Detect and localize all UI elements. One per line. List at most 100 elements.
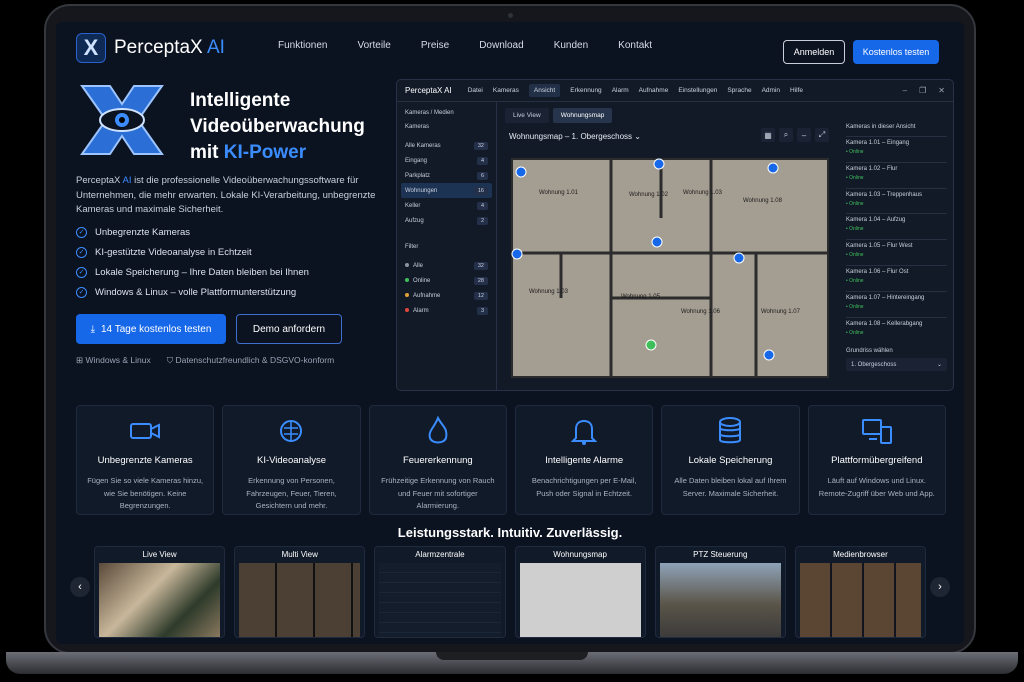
grid-icon[interactable]: ▦: [761, 128, 775, 142]
room-label: Wohnung 1.07: [761, 309, 801, 315]
brand-logo[interactable]: X PerceptaX AI: [76, 33, 225, 63]
demo-button[interactable]: Demo anfordern: [236, 314, 342, 344]
camera-list-item[interactable]: Kamera 1.07 – Hintereingang • Online: [846, 290, 947, 317]
nav-kontakt[interactable]: Kontakt: [618, 40, 652, 51]
login-button[interactable]: Anmelden: [783, 40, 845, 64]
nav-funktionen[interactable]: Funktionen: [278, 40, 327, 51]
menu-einstellungen[interactable]: Einstellungen: [678, 87, 717, 94]
group-row[interactable]: Eingang 4: [405, 153, 488, 168]
feature-card: Intelligente Alarme Benachrichtigungen pe…: [514, 405, 654, 515]
filter-row[interactable]: Alle 32: [405, 258, 488, 273]
video-camera-icon: [77, 416, 213, 446]
group-row[interactable]: Parkplatz 6: [405, 168, 488, 183]
camera-list-item[interactable]: Kamera 1.02 – Flur • Online: [846, 161, 947, 188]
group-row[interactable]: Alle Kameras 32: [405, 138, 488, 153]
camera-list-item[interactable]: Kamera 1.05 – Flur West • Online: [846, 239, 947, 265]
camera-list-panel: Kameras in dieser Ansicht Kamera 1.01 – …: [839, 102, 953, 390]
hero-title: Intelligente Videoüberwachung mit KI-Pow…: [190, 90, 365, 163]
minimize-icon[interactable]: –: [903, 86, 907, 95]
feature-card: Plattformübergreifend Läuft auf Windows u…: [807, 405, 946, 515]
group-row-selected[interactable]: Wohnungen 16: [401, 183, 492, 198]
feature-cards: Unbegrenzte Kameras Fügen Sie so viele Ka…: [76, 405, 946, 515]
thumb-ptz-control[interactable]: PTZ Steuerung: [654, 546, 786, 638]
chevron-down-icon: ⌄: [936, 362, 942, 369]
feature-item: ✓ Lokale Speicherung – Ihre Daten bleiben…: [76, 262, 309, 282]
feature-item: ✓ Unbegrenzte Kameras: [76, 222, 309, 242]
flame-icon: [370, 416, 506, 446]
search-icon[interactable]: ⌕: [779, 128, 793, 142]
bell-icon: [516, 416, 652, 446]
camera-list-item[interactable]: Kamera 1.08 – Kellerabgang • Online: [846, 316, 947, 343]
windows-icon: ⊞: [76, 355, 84, 365]
feature-item: ✓ Windows & Linux – volle Plattformunters…: [76, 282, 309, 302]
map-panel: Live View Wohnungsmap Wohnungsmap – 1. O…: [505, 108, 831, 388]
camera-list-item[interactable]: Kamera 1.03 – Treppenhaus • Online: [846, 187, 947, 214]
free-trial-button[interactable]: Kostenlos testen: [853, 40, 939, 64]
room-label: Wohnung 1.08: [743, 198, 783, 204]
room-label: Wohnung 1.03: [683, 190, 723, 196]
maximize-icon[interactable]: ❐: [919, 86, 926, 95]
camera-list-item[interactable]: Kamera 1.01 – Eingang • Online: [846, 136, 947, 162]
database-icon: [662, 416, 798, 446]
tab-live-view[interactable]: Live View: [505, 108, 549, 123]
devices-icon: [809, 416, 945, 446]
thumb-live-view[interactable]: Live View: [94, 546, 226, 638]
shield-icon: ⛉: [166, 355, 174, 365]
menu-datei[interactable]: Datei: [468, 87, 483, 94]
floor-plan[interactable]: Wohnung 1.01 Wohnung 1.02 Wohnung 1.03 W…: [511, 158, 829, 378]
app-title: PerceptaX AI: [405, 86, 452, 95]
tab-wohnungsmap[interactable]: Wohnungsmap: [552, 108, 613, 123]
app-menubar: PerceptaX AI Datei Kameras Ansicht Erken…: [397, 80, 953, 102]
trial-button[interactable]: ⤓ 14 Tage kostenlos testen: [76, 314, 226, 344]
floor-select-label: Grundriss wählen: [846, 348, 893, 355]
menu-sprache[interactable]: Sprache: [727, 87, 751, 94]
close-icon[interactable]: ✕: [938, 86, 945, 95]
feature-card: KI-Videoanalyse Erkennung von Personen, F…: [222, 405, 361, 515]
menu-hilfe[interactable]: Hilfe: [790, 87, 803, 94]
room-label: Wohnung 1.06: [681, 309, 721, 315]
screenshot-carousel: Live View Multi View Alarmzentrale Wohnu…: [94, 546, 927, 638]
menu-aufnahme[interactable]: Aufnahme: [639, 87, 669, 94]
filter-row[interactable]: Online 28: [405, 273, 488, 288]
nav-download[interactable]: Download: [479, 40, 523, 51]
thumb-alarm-center[interactable]: Alarmzentrale: [374, 546, 506, 638]
menu-ansicht[interactable]: Ansicht: [528, 84, 561, 97]
x-logo-icon: X: [76, 33, 106, 63]
floor-select[interactable]: 1. Obergeschoss ⌄: [846, 358, 947, 372]
thumb-media-browser[interactable]: Medienbrowser: [794, 546, 927, 638]
nav-kunden[interactable]: Kunden: [554, 40, 588, 51]
nav-preise[interactable]: Preise: [421, 40, 449, 51]
camera-list-item[interactable]: Kamera 1.06 – Flur Ost • Online: [846, 264, 947, 291]
group-row[interactable]: Aufzug 2: [405, 213, 488, 228]
hero-description: PerceptaX AI ist die professionelle Vide…: [76, 175, 376, 215]
filter-label: Filter: [405, 244, 419, 250]
check-icon: ✓: [76, 226, 87, 238]
carousel-next-icon[interactable]: ›: [930, 577, 950, 597]
zoom-out-icon[interactable]: –: [797, 128, 811, 142]
map-title[interactable]: Wohnungsmap – 1. Obergeschoss ⌄: [509, 132, 641, 141]
brain-circuit-icon: [223, 416, 359, 446]
tagline: Leistungsstark. Intuitiv. Zuverlässig.: [397, 525, 623, 540]
room-label: Wohnung 1.05: [621, 294, 661, 300]
menu-alarm[interactable]: Alarm: [612, 87, 629, 94]
menu-erkennung[interactable]: Erkennung: [570, 87, 601, 94]
fullscreen-icon[interactable]: ⤢: [815, 128, 829, 142]
filter-row[interactable]: Alarm 3: [405, 303, 488, 318]
window-controls: – ❐ ✕: [903, 86, 945, 95]
camera-list-item[interactable]: Kamera 1.04 – Aufzug • Online: [846, 213, 947, 239]
cameras-label: Kameras: [405, 124, 430, 130]
laptop-frame: X PerceptaX AI Funktionen Vorteile Preis…: [44, 4, 976, 654]
feature-card: Unbegrenzte Kameras Fügen Sie so viele Ka…: [76, 405, 215, 515]
filter-row[interactable]: Aufnahme 12: [405, 288, 488, 303]
carousel-prev-icon[interactable]: ‹: [70, 577, 90, 597]
check-icon: ✓: [76, 246, 87, 258]
menu-kameras[interactable]: Kameras: [493, 87, 519, 94]
menu-admin[interactable]: Admin: [762, 87, 780, 94]
thumb-floor-map[interactable]: Wohnungsmap: [514, 546, 646, 638]
sidebar-header: Kameras / Medien: [405, 110, 454, 116]
thumb-multi-view[interactable]: Multi View: [234, 546, 366, 638]
nav-vorteile[interactable]: Vorteile: [357, 40, 390, 51]
feature-list: ✓ Unbegrenzte Kameras ✓ KI-gestützte Video…: [76, 222, 309, 302]
group-row[interactable]: Keller 4: [405, 198, 488, 213]
feature-item: ✓ KI-gestützte Videoanalyse in Echtzeit: [76, 242, 309, 262]
